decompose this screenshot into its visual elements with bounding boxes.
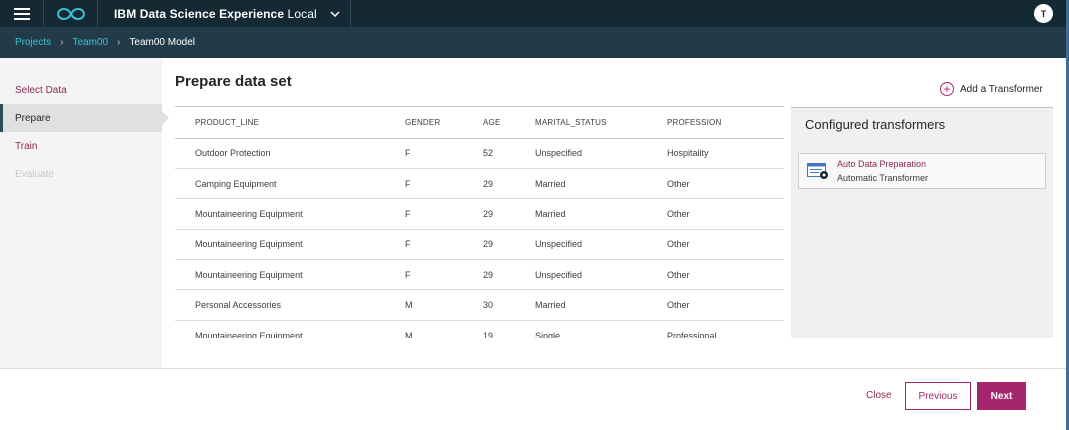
- column-header: GENDER: [405, 107, 483, 139]
- table-cell: Mountaineering Equipment: [175, 198, 405, 230]
- table-cell: Other: [667, 259, 784, 291]
- add-transformer-button[interactable]: + Add a Transformer: [940, 82, 1043, 96]
- table-cell: Single: [535, 320, 667, 338]
- configured-transformers-panel: Configured transformers Auto Data Prepar…: [791, 107, 1053, 338]
- table-cell: 29: [483, 259, 535, 291]
- chevron-right-icon: ›: [60, 37, 64, 48]
- table-cell: Mountaineering Equipment: [175, 229, 405, 261]
- add-circle-icon: +: [940, 82, 954, 96]
- table-cell: Personal Accessories: [175, 289, 405, 321]
- table-cell: Other: [667, 289, 784, 321]
- table-row[interactable]: Mountaineering Equipment F 29 Married Other: [175, 198, 784, 230]
- transformer-type: Automatic Transformer: [837, 173, 929, 183]
- column-header: MARITAL_STATUS: [535, 107, 667, 139]
- table-cell: 19: [483, 320, 535, 338]
- menu-button[interactable]: [0, 0, 44, 27]
- infinity-logo-icon: [56, 7, 85, 20]
- table-cell: M: [405, 320, 483, 338]
- breadcrumb-projects[interactable]: Projects: [15, 37, 51, 48]
- data-preview-table[interactable]: PRODUCT_LINE GENDER AGE MARITAL_STATUS P…: [175, 106, 784, 338]
- app-title-main: IBM Data Science Experience: [114, 6, 285, 21]
- transformer-icon: [807, 163, 828, 179]
- table-cell: Married: [535, 168, 667, 200]
- table-cell: Mountaineering Equipment: [175, 259, 405, 291]
- chevron-right-icon: ›: [117, 37, 121, 48]
- table-cell: Unspecified: [535, 259, 667, 291]
- table-cell: 30: [483, 289, 535, 321]
- column-header: AGE: [483, 107, 535, 139]
- next-button[interactable]: Next: [977, 382, 1026, 410]
- table-row[interactable]: Personal Accessories M 30 Married Other: [175, 289, 784, 321]
- table-cell: 52: [483, 138, 535, 169]
- table-cell: Outdoor Protection: [175, 138, 405, 169]
- breadcrumb-project[interactable]: Team00: [72, 37, 108, 48]
- table-cell: Other: [667, 229, 784, 261]
- page-title: Prepare data set: [175, 73, 292, 90]
- table-cell: Other: [667, 168, 784, 200]
- table-cell: 29: [483, 229, 535, 261]
- table-row[interactable]: Camping Equipment F 29 Married Other: [175, 168, 784, 200]
- table-row[interactable]: Mountaineering Equipment F 29 Unspecified Ot…: [175, 259, 784, 291]
- table-cell: Hospitality: [667, 138, 784, 169]
- table-cell: F: [405, 259, 483, 291]
- dsx-logo[interactable]: [44, 0, 98, 27]
- table-header-row: PRODUCT_LINE GENDER AGE MARITAL_STATUS P…: [175, 107, 784, 139]
- transformer-name[interactable]: Auto Data Preparation: [837, 159, 926, 169]
- table-cell: Married: [535, 198, 667, 230]
- column-header: PRODUCT_LINE: [175, 107, 405, 139]
- column-header: PROFESSION: [667, 107, 784, 139]
- previous-button[interactable]: Previous: [905, 382, 971, 410]
- table-row[interactable]: Mountaineering Equipment F 29 Unspecified Ot…: [175, 229, 784, 261]
- table-cell: Mountaineering Equipment: [175, 320, 405, 338]
- table-cell: 29: [483, 168, 535, 200]
- step-prepare[interactable]: Prepare: [0, 104, 169, 132]
- close-button[interactable]: Close: [866, 390, 892, 401]
- chevron-down-icon: [330, 10, 340, 17]
- table-cell: F: [405, 229, 483, 261]
- table-cell: M: [405, 289, 483, 321]
- transformer-card[interactable]: Auto Data Preparation Automatic Transfor…: [798, 153, 1046, 189]
- table-cell: Married: [535, 289, 667, 321]
- panel-title: Configured transformers: [805, 117, 946, 132]
- table-row[interactable]: Mountaineering Equipment M 19 Single Profess…: [175, 320, 784, 338]
- breadcrumb-current: Team00 Model: [129, 37, 195, 48]
- footer-bar: Close Previous Next: [0, 368, 1069, 430]
- step-select-data[interactable]: Select Data: [0, 76, 162, 104]
- table-row[interactable]: Outdoor Protection F 52 Unspecified Hospital…: [175, 138, 784, 169]
- table-cell: 29: [483, 198, 535, 230]
- top-header: IBM Data Science Experience Local T: [0, 0, 1069, 27]
- table-cell: Unspecified: [535, 229, 667, 261]
- table-cell: F: [405, 138, 483, 169]
- app-switcher-button[interactable]: [321, 0, 351, 27]
- table-cell: Professional: [667, 320, 784, 338]
- step-train[interactable]: Train: [0, 132, 162, 160]
- table-cell: Camping Equipment: [175, 168, 405, 200]
- table-cell: F: [405, 168, 483, 200]
- user-avatar[interactable]: T: [1034, 4, 1053, 23]
- table-cell: Other: [667, 198, 784, 230]
- app-title: IBM Data Science Experience Local: [114, 7, 317, 21]
- add-transformer-label: Add a Transformer: [960, 83, 1043, 95]
- table-cell: Unspecified: [535, 138, 667, 169]
- breadcrumb: Projects › Team00 › Team00 Model: [0, 27, 1069, 58]
- step-navigation: Select Data Prepare Train Evaluate: [0, 58, 169, 369]
- step-evaluate: Evaluate: [15, 168, 54, 180]
- app-title-edition: Local: [287, 6, 317, 21]
- hamburger-icon: [13, 7, 30, 20]
- table-cell: F: [405, 198, 483, 230]
